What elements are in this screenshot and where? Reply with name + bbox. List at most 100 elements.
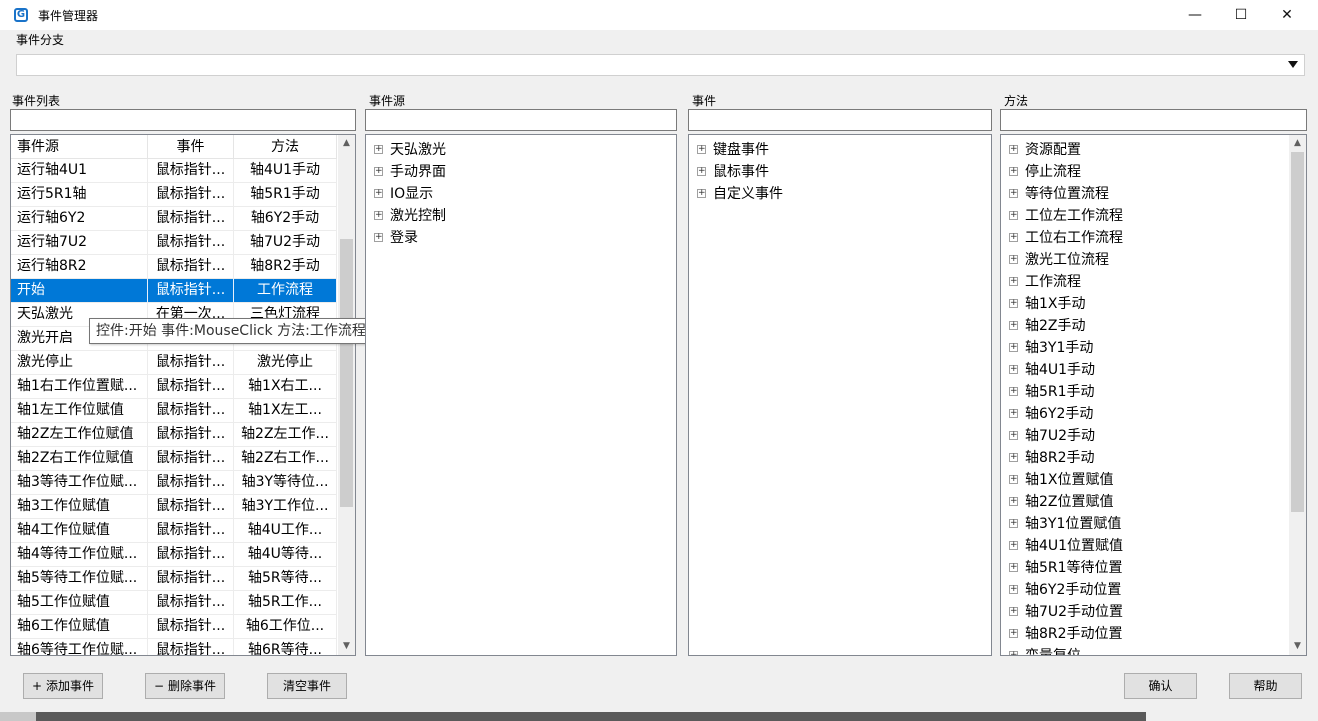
tree-item-method[interactable]: + 轴7U2手动位置 [1009, 601, 1123, 623]
expand-plus-icon[interactable]: + [1009, 233, 1018, 242]
tree-item-method[interactable]: + 轴8R2手动 [1009, 447, 1123, 469]
tree-item-source[interactable]: + 手动界面 [374, 161, 446, 183]
expand-plus-icon[interactable]: + [1009, 211, 1018, 220]
table-row[interactable]: 开始 鼠标指针... 工作流程 [11, 279, 337, 303]
scroll-down-icon[interactable]: ▼ [1289, 638, 1306, 655]
expand-plus-icon[interactable]: + [1009, 431, 1018, 440]
scroll-up-icon[interactable]: ▲ [1289, 135, 1306, 152]
expand-plus-icon[interactable]: + [1009, 299, 1018, 308]
expand-plus-icon[interactable]: + [1009, 651, 1018, 655]
scroll-up-icon[interactable]: ▲ [338, 135, 355, 152]
chevron-down-icon[interactable] [1288, 61, 1298, 68]
expand-plus-icon[interactable]: + [374, 211, 383, 220]
methods-tree[interactable]: + 资源配置 + 停止流程 + 等待位置流程 + 工位左工作流程 + 工位右工作流程 + 激光工位流程… [1000, 134, 1307, 656]
expand-plus-icon[interactable]: + [374, 145, 383, 154]
table-row[interactable]: 轴2Z左工作位赋值 鼠标指针... 轴2Z左工作... [11, 423, 337, 447]
event-source-search-input[interactable] [365, 109, 677, 131]
expand-plus-icon[interactable]: + [1009, 585, 1018, 594]
tree-item-event[interactable]: + 鼠标事件 [697, 161, 783, 183]
tree-item-source[interactable]: + 天弘激光 [374, 139, 446, 161]
expand-plus-icon[interactable]: + [1009, 497, 1018, 506]
tree-item-method[interactable]: + 资源配置 [1009, 139, 1123, 161]
expand-plus-icon[interactable]: + [1009, 321, 1018, 330]
tree-item-event[interactable]: + 自定义事件 [697, 183, 783, 205]
expand-plus-icon[interactable]: + [1009, 189, 1018, 198]
tree-item-method[interactable]: + 轴1X手动 [1009, 293, 1123, 315]
expand-plus-icon[interactable]: + [374, 189, 383, 198]
tree-item-source[interactable]: + 激光控制 [374, 205, 446, 227]
help-button[interactable]: 帮助 [1229, 673, 1302, 699]
clear-events-button[interactable]: 清空事件 [267, 673, 347, 699]
tree-item-method[interactable]: + 轴3Y1位置赋值 [1009, 513, 1123, 535]
expand-plus-icon[interactable]: + [697, 189, 706, 198]
tree-item-method[interactable]: + 轴1X位置赋值 [1009, 469, 1123, 491]
expand-plus-icon[interactable]: + [1009, 475, 1018, 484]
methods-search-input[interactable] [1000, 109, 1307, 131]
table-row[interactable]: 激光停止 鼠标指针... 激光停止 [11, 351, 337, 375]
maximize-button[interactable]: ☐ [1218, 0, 1264, 30]
table-row[interactable]: 运行轴7U2 鼠标指针... 轴7U2手动 [11, 231, 337, 255]
tree-item-method[interactable]: + 变量复位 [1009, 645, 1123, 655]
table-row[interactable]: 轴6等待工作位赋... 鼠标指针... 轴6R等待... [11, 639, 337, 655]
expand-plus-icon[interactable]: + [1009, 409, 1018, 418]
expand-plus-icon[interactable]: + [697, 167, 706, 176]
expand-plus-icon[interactable]: + [1009, 629, 1018, 638]
expand-plus-icon[interactable]: + [1009, 541, 1018, 550]
scroll-down-icon[interactable]: ▼ [338, 638, 355, 655]
tree-item-method[interactable]: + 轴8R2手动位置 [1009, 623, 1123, 645]
expand-plus-icon[interactable]: + [374, 167, 383, 176]
column-header-source[interactable]: 事件源 [11, 135, 148, 159]
methods-scrollbar[interactable]: ▲ ▼ [1289, 135, 1306, 655]
confirm-button[interactable]: 确认 [1124, 673, 1197, 699]
column-header-method[interactable]: 方法 [234, 135, 337, 159]
tree-item-method[interactable]: + 轴4U1手动 [1009, 359, 1123, 381]
expand-plus-icon[interactable]: + [1009, 255, 1018, 264]
scroll-thumb[interactable] [340, 239, 353, 507]
expand-plus-icon[interactable]: + [1009, 365, 1018, 374]
close-button[interactable]: ✕ [1264, 0, 1310, 30]
expand-plus-icon[interactable]: + [697, 145, 706, 154]
tree-item-event[interactable]: + 键盘事件 [697, 139, 783, 161]
expand-plus-icon[interactable]: + [1009, 563, 1018, 572]
tree-item-source[interactable]: + IO显示 [374, 183, 446, 205]
expand-plus-icon[interactable]: + [1009, 277, 1018, 286]
table-row[interactable]: 运行轴6Y2 鼠标指针... 轴6Y2手动 [11, 207, 337, 231]
tree-item-method[interactable]: + 轴2Z位置赋值 [1009, 491, 1123, 513]
expand-plus-icon[interactable]: + [1009, 343, 1018, 352]
table-row[interactable]: 运行轴4U1 鼠标指针... 轴4U1手动 [11, 159, 337, 183]
table-row[interactable]: 轴3工作位赋值 鼠标指针... 轴3Y工作位... [11, 495, 337, 519]
minimize-button[interactable]: — [1172, 0, 1218, 30]
branch-dropdown[interactable] [16, 54, 1305, 76]
expand-plus-icon[interactable]: + [1009, 453, 1018, 462]
expand-plus-icon[interactable]: + [1009, 519, 1018, 528]
tree-item-method[interactable]: + 停止流程 [1009, 161, 1123, 183]
tree-item-method[interactable]: + 轴5R1手动 [1009, 381, 1123, 403]
event-list-scrollbar[interactable]: ▲ ▼ [338, 135, 355, 655]
tree-item-method[interactable]: + 轴5R1等待位置 [1009, 557, 1123, 579]
table-row[interactable]: 运行轴8R2 鼠标指针... 轴8R2手动 [11, 255, 337, 279]
delete-event-button[interactable]: − 删除事件 [145, 673, 225, 699]
tree-item-method[interactable]: + 轴6Y2手动 [1009, 403, 1123, 425]
table-row[interactable]: 轴4等待工作位赋... 鼠标指针... 轴4U等待... [11, 543, 337, 567]
table-row[interactable]: 轴1右工作位置赋... 鼠标指针... 轴1X右工... [11, 375, 337, 399]
expand-plus-icon[interactable]: + [1009, 607, 1018, 616]
event-list-grid[interactable]: 事件源 事件 方法 运行轴4U1 鼠标指针... 轴4U1手动 运行5R1轴 鼠标指针.… [10, 134, 356, 656]
event-list-search-input[interactable] [10, 109, 356, 131]
expand-plus-icon[interactable]: + [1009, 167, 1018, 176]
tree-item-method[interactable]: + 等待位置流程 [1009, 183, 1123, 205]
table-row[interactable]: 轴5工作位赋值 鼠标指针... 轴5R工作... [11, 591, 337, 615]
tree-item-source[interactable]: + 登录 [374, 227, 446, 249]
tree-item-method[interactable]: + 激光工位流程 [1009, 249, 1123, 271]
add-event-button[interactable]: + 添加事件 [23, 673, 103, 699]
tree-item-method[interactable]: + 工位左工作流程 [1009, 205, 1123, 227]
expand-plus-icon[interactable]: + [1009, 145, 1018, 154]
tree-item-method[interactable]: + 轴4U1位置赋值 [1009, 535, 1123, 557]
table-row[interactable]: 轴2Z右工作位赋值 鼠标指针... 轴2Z右工作... [11, 447, 337, 471]
tree-item-method[interactable]: + 轴7U2手动 [1009, 425, 1123, 447]
column-header-event[interactable]: 事件 [148, 135, 234, 159]
tree-item-method[interactable]: + 轴2Z手动 [1009, 315, 1123, 337]
table-row[interactable]: 轴5等待工作位赋... 鼠标指针... 轴5R等待... [11, 567, 337, 591]
table-row[interactable]: 轴1左工作位赋值 鼠标指针... 轴1X左工... [11, 399, 337, 423]
table-row[interactable]: 轴3等待工作位赋... 鼠标指针... 轴3Y等待位... [11, 471, 337, 495]
tree-item-method[interactable]: + 工作流程 [1009, 271, 1123, 293]
